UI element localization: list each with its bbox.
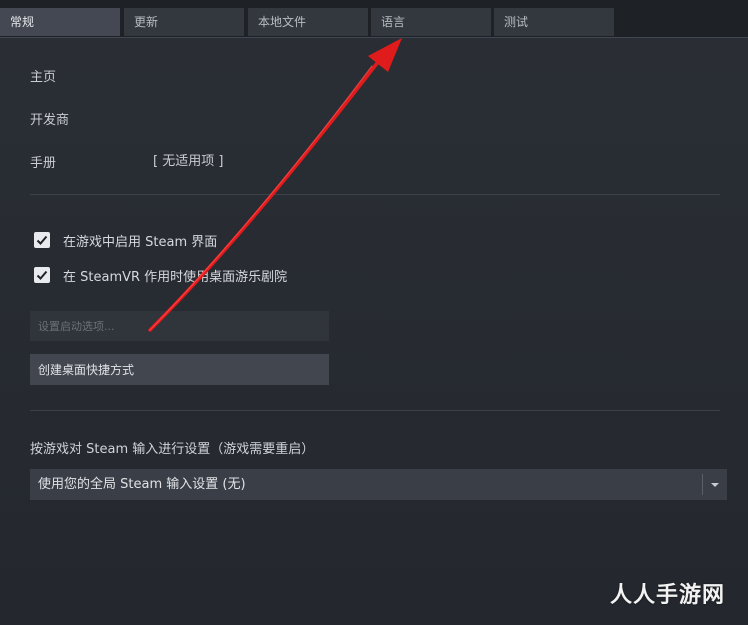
steam-input-label: 按游戏对 Steam 输入进行设置（游戏需要重启）: [30, 442, 315, 457]
create-shortcut-button[interactable]: 创建桌面快捷方式: [30, 354, 329, 385]
watermark: 人人手游网: [610, 583, 726, 608]
tab-general[interactable]: 常规: [0, 8, 120, 36]
vr-theater-checkbox[interactable]: [34, 267, 50, 283]
tab-local-files[interactable]: 本地文件: [248, 8, 368, 36]
overlay-option[interactable]: 在游戏中启用 Steam 界面: [34, 231, 218, 250]
overlay-checkbox[interactable]: [34, 232, 50, 248]
tab-betas[interactable]: 测试: [494, 8, 614, 36]
steam-input-dropdown[interactable]: 使用您的全局 Steam 输入设置 (无): [30, 469, 727, 500]
developer-label: 开发商: [30, 113, 70, 128]
launch-options-input[interactable]: [30, 311, 329, 341]
divider: [30, 194, 720, 195]
divider: [30, 410, 720, 411]
vr-theater-label: 在 SteamVR 作用时使用桌面游乐剧院: [63, 269, 288, 285]
tab-language[interactable]: 语言: [371, 8, 491, 36]
chevron-down-icon: [711, 483, 719, 487]
dropdown-separator: [702, 474, 703, 495]
steam-input-selected: 使用您的全局 Steam 输入设置 (无): [38, 477, 246, 492]
tab-bar: 常规 更新 本地文件 语言 测试: [0, 0, 748, 38]
manual-label: 手册: [30, 156, 57, 171]
game-properties-window: 常规 更新 本地文件 语言 测试 主页 开发商 手册 [ 无适用项 ] 在游戏中…: [0, 0, 748, 625]
overlay-label: 在游戏中启用 Steam 界面: [63, 234, 218, 250]
check-icon: [36, 270, 48, 280]
tab-updates[interactable]: 更新: [124, 8, 244, 36]
check-icon: [36, 235, 48, 245]
vr-theater-option[interactable]: 在 SteamVR 作用时使用桌面游乐剧院: [34, 266, 288, 285]
homepage-label: 主页: [30, 70, 57, 85]
manual-value: [ 无适用项 ]: [153, 154, 224, 169]
